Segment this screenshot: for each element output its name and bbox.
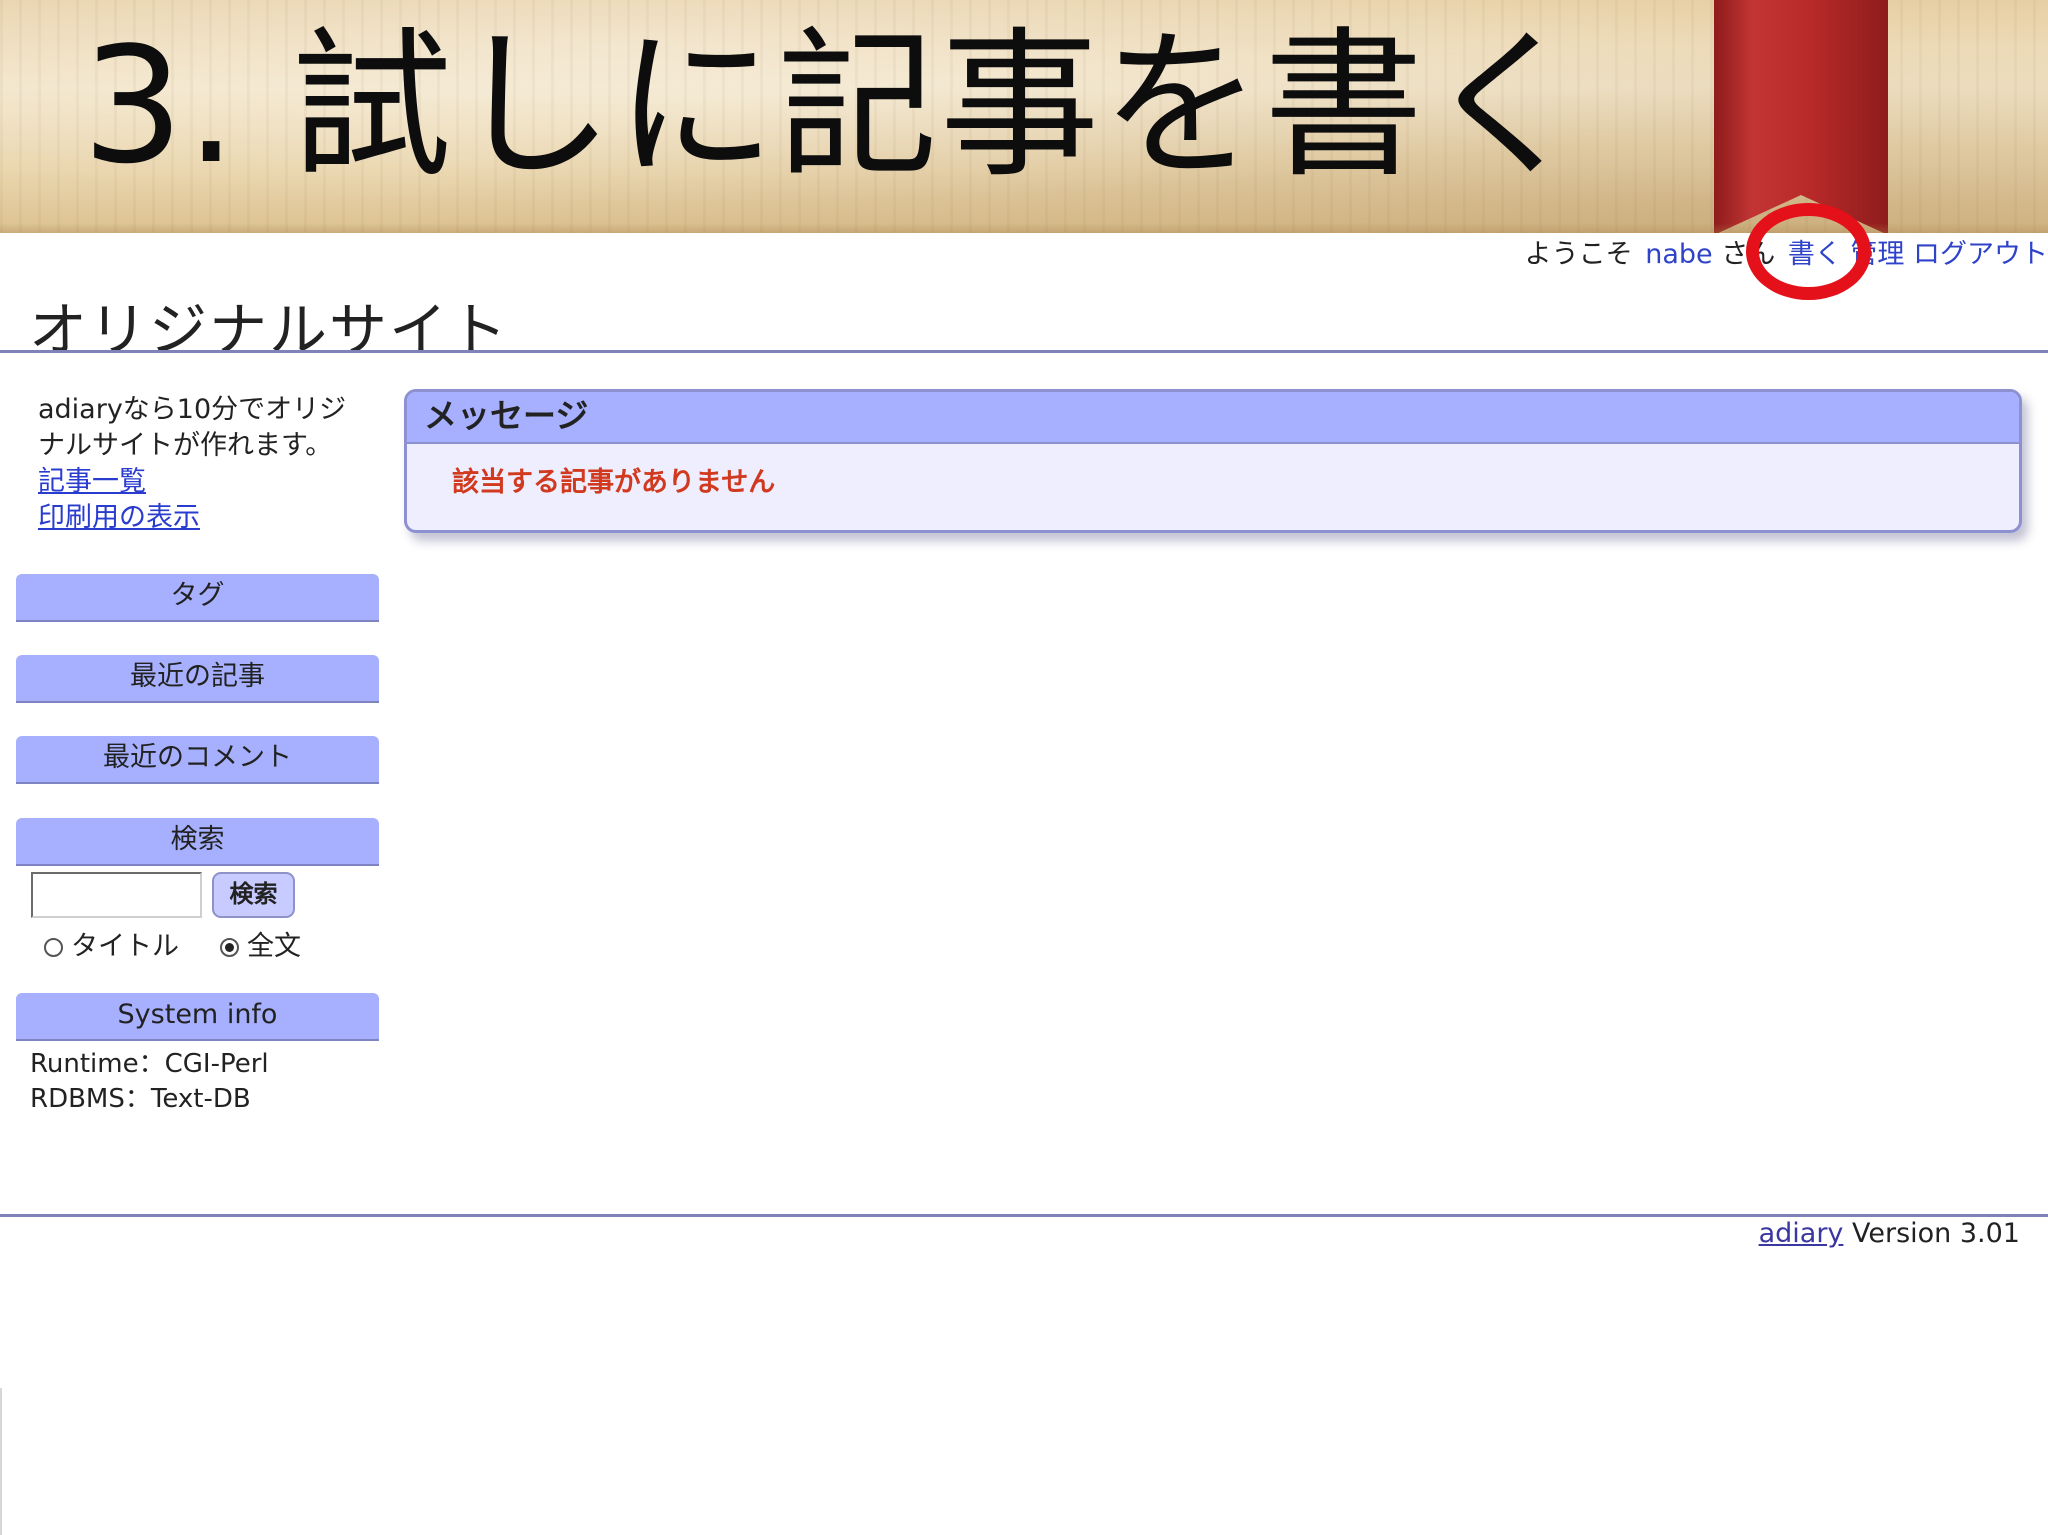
system-info-header: System info <box>16 993 379 1039</box>
radio-title[interactable] <box>44 938 63 957</box>
message-header: メッセージ <box>407 392 2019 444</box>
welcome-text: ようこそ <box>1524 239 1633 270</box>
bookmark-ribbon <box>1714 0 1888 233</box>
radio-fulltext[interactable] <box>220 938 239 957</box>
message-box: メッセージ 該当する記事がありません <box>404 389 2022 533</box>
radio-title-option[interactable]: タイトル <box>44 924 179 963</box>
title-divider <box>0 350 2048 353</box>
user-link[interactable]: nabe <box>1645 239 1712 270</box>
version-text: Version 3.01 <box>1852 1218 2020 1249</box>
radio-fulltext-label: 全文 <box>247 931 301 962</box>
adiary-link[interactable]: adiary <box>1759 1218 1844 1249</box>
slide-header: 3. 試しに記事を書く <box>0 0 2048 233</box>
slide-title: 3. 試しに記事を書く <box>82 12 1588 199</box>
system-info: Runtime：CGI-Perl RDBMS：Text-DB <box>30 1047 269 1117</box>
tags-header[interactable]: タグ <box>16 574 379 620</box>
radio-fulltext-option[interactable]: 全文 <box>220 924 301 963</box>
search-header: 検索 <box>16 818 379 864</box>
recent-comments-header[interactable]: 最近のコメント <box>16 736 379 782</box>
intro-block: adiaryなら10分でオリジナルサイトが作れます。 記事一覧 印刷用の表示 <box>38 392 368 536</box>
search-input[interactable] <box>31 872 202 918</box>
print-view-link[interactable]: 印刷用の表示 <box>38 500 368 536</box>
sidebar: adiaryなら10分でオリジナルサイトが作れます。 記事一覧 印刷用の表示 タ… <box>16 392 379 1114</box>
logout-link[interactable]: ログアウト <box>1913 239 2048 270</box>
footer: adiary Version 3.01 <box>1759 1218 2020 1249</box>
highlight-circle <box>1746 203 1871 300</box>
recent-articles-header[interactable]: 最近の記事 <box>16 655 379 701</box>
radio-title-label: タイトル <box>71 931 179 962</box>
site-title[interactable]: オリジナルサイト <box>29 283 509 367</box>
runtime-info: Runtime：CGI-Perl <box>30 1049 269 1079</box>
page-edge <box>0 1388 2 1535</box>
search-button[interactable]: 検索 <box>212 872 295 918</box>
footer-divider <box>0 1214 2048 1217</box>
intro-text: adiaryなら10分でオリジナルサイトが作れます。 <box>38 394 347 461</box>
rdbms-info: RDBMS：Text-DB <box>30 1084 251 1114</box>
message-text: 該当する記事がありません <box>452 467 776 498</box>
article-list-link[interactable]: 記事一覧 <box>38 464 368 500</box>
